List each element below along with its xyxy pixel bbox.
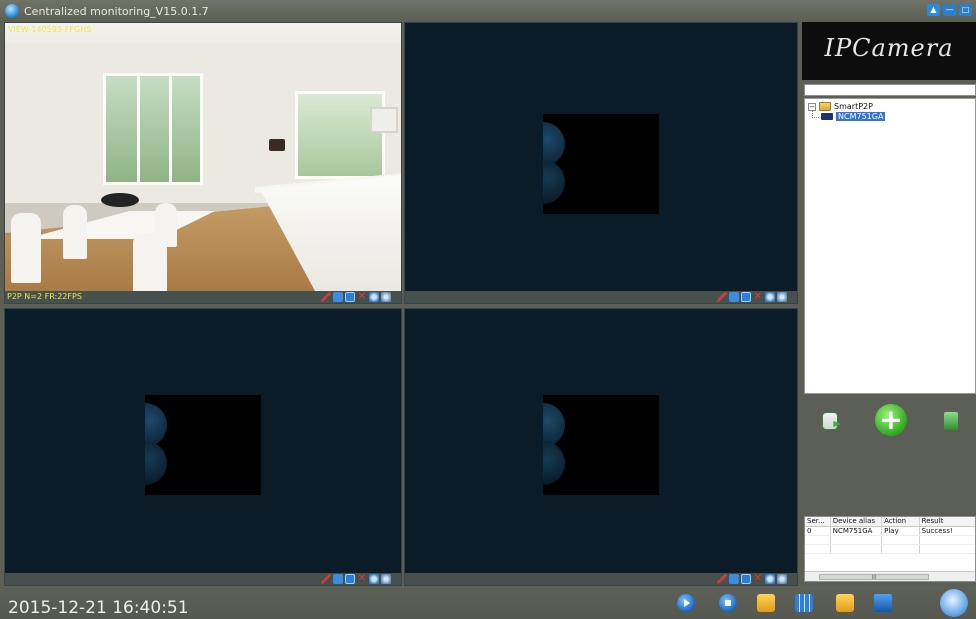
pane-controls-2: ✕ — [717, 291, 787, 303]
pane-status-strip-3: ✕ — [5, 573, 401, 585]
fullscreen-icon[interactable] — [381, 574, 391, 584]
log-header-row: Ser... Device alias Action Result — [805, 517, 975, 527]
pane-controls-4: ✕ — [717, 573, 787, 585]
maximize-icon[interactable]: □ — [959, 4, 972, 16]
pane-status-strip-2: ✕ — [405, 291, 797, 303]
no-signal-placeholder — [543, 114, 659, 214]
camera-icon[interactable] — [345, 574, 355, 584]
no-signal-placeholder — [543, 395, 659, 495]
log-row-empty — [805, 545, 975, 554]
pen-icon[interactable] — [717, 292, 727, 302]
bottom-toolbar: 2015-12-21 16:40:51 — [0, 586, 976, 619]
video-pane-2[interactable]: ✕ — [404, 22, 798, 304]
window-controls: ▲ — □ — [927, 4, 972, 16]
speaker-icon[interactable] — [729, 574, 739, 584]
record-stop-icon[interactable]: ✕ — [357, 292, 367, 302]
speaker-icon[interactable] — [333, 292, 343, 302]
tree-device-label: NCM751GA — [836, 112, 886, 121]
video-feed-2[interactable] — [405, 23, 797, 291]
record-stop-icon[interactable]: ✕ — [357, 574, 367, 584]
fullscreen-icon[interactable] — [777, 292, 787, 302]
log-horizontal-scrollbar[interactable]: III — [805, 571, 975, 581]
folder-image-icon[interactable] — [836, 594, 854, 612]
device-actions: + — [804, 400, 976, 500]
pen-icon[interactable] — [321, 574, 331, 584]
ptz-icon[interactable] — [765, 574, 775, 584]
tree-node-device[interactable]: NCM751GA — [821, 111, 886, 122]
ptz-icon[interactable] — [369, 574, 379, 584]
kitchen-video-frame — [5, 23, 401, 291]
log-cell-action: Play — [882, 527, 920, 535]
monitor-icon[interactable] — [874, 594, 892, 612]
folder-icon — [819, 102, 831, 111]
log-col-serial[interactable]: Ser... — [805, 517, 831, 526]
log-col-result[interactable]: Result — [920, 517, 975, 526]
no-signal-placeholder — [145, 395, 261, 495]
video-pane-3[interactable]: ✕ — [4, 308, 402, 586]
camera-icon[interactable] — [741, 574, 751, 584]
fullscreen-icon[interactable] — [777, 574, 787, 584]
device-sidebar: IPCamera − SmartP2P NCM751GA + Ser... De… — [800, 22, 976, 586]
title-bar: Centralized monitoring_V15.0.1.7 ▲ — □ — [0, 0, 976, 22]
play-icon[interactable] — [677, 594, 695, 612]
pane-status-strip-1: P2P N=2 FR:22FPS ✕ — [5, 291, 401, 303]
tree-root-label: SmartP2P — [834, 102, 873, 111]
log-col-alias[interactable]: Device alias — [831, 517, 883, 526]
speaker-icon[interactable] — [333, 574, 343, 584]
add-device-icon[interactable]: + — [874, 404, 907, 436]
log-row[interactable]: 0 NCM751GA Play Success! — [805, 527, 975, 536]
stop-icon[interactable] — [719, 594, 737, 612]
brand-logo: IPCamera — [802, 22, 976, 80]
log-row-empty — [805, 536, 975, 545]
pen-icon[interactable] — [321, 292, 331, 302]
video-pane-1[interactable]: VIEW-140593-FFGHS P2P N=2 FR:22FPS ✕ — [4, 22, 402, 304]
camera-icon[interactable] — [741, 292, 751, 302]
pane-controls-1: ✕ — [321, 291, 391, 303]
log-cell-result: Success! — [921, 527, 953, 535]
video-feed-1[interactable]: VIEW-140593-FFGHS — [5, 23, 401, 291]
camera-id-label: VIEW-140593-FFGHS — [8, 25, 92, 34]
app-window: Centralized monitoring_V15.0.1.7 ▲ — □ V… — [0, 0, 976, 619]
pane-controls-3: ✕ — [321, 573, 391, 585]
video-feed-4[interactable] — [405, 309, 797, 573]
pane-status-strip-4: ✕ — [405, 573, 797, 585]
ptz-icon[interactable] — [369, 292, 379, 302]
tools-icon[interactable] — [940, 589, 968, 617]
ip-camera-icon — [821, 113, 833, 120]
stream-info-label: P2P N=2 FR:22FPS — [7, 292, 82, 301]
folder-video-icon[interactable] — [757, 594, 775, 612]
pen-icon[interactable] — [717, 574, 727, 584]
device-tree[interactable]: − SmartP2P NCM751GA — [804, 98, 976, 394]
camera-icon[interactable] — [345, 292, 355, 302]
speaker-icon[interactable] — [729, 292, 739, 302]
app-logo-icon — [5, 4, 19, 18]
datetime-display: 2015-12-21 16:40:51 — [8, 598, 189, 618]
edit-device-icon[interactable] — [822, 412, 839, 430]
ptz-icon[interactable] — [765, 292, 775, 302]
skin-icon[interactable]: ▲ — [927, 4, 940, 16]
scrollbar-thumb[interactable]: III — [819, 574, 929, 581]
log-cell-serial: 0 — [805, 527, 831, 535]
device-search-input[interactable] — [804, 84, 976, 96]
video-pane-4[interactable]: ✕ — [404, 308, 798, 586]
log-cell-alias: NCM751GA — [831, 527, 883, 535]
fullscreen-icon[interactable] — [381, 292, 391, 302]
minimize-icon[interactable]: — — [943, 4, 956, 16]
record-stop-icon[interactable]: ✕ — [753, 292, 763, 302]
grid-layout-icon[interactable] — [795, 594, 813, 612]
event-log-table[interactable]: Ser... Device alias Action Result 0 NCM7… — [804, 516, 976, 582]
brand-logo-text: IPCamera — [824, 34, 954, 62]
collapse-toggle-icon[interactable]: − — [808, 102, 816, 111]
recycle-bin-icon[interactable] — [943, 412, 958, 430]
log-col-action[interactable]: Action — [882, 517, 920, 526]
video-feed-3[interactable] — [5, 309, 401, 573]
record-stop-icon[interactable]: ✕ — [753, 574, 763, 584]
window-title: Centralized monitoring_V15.0.1.7 — [24, 4, 209, 18]
